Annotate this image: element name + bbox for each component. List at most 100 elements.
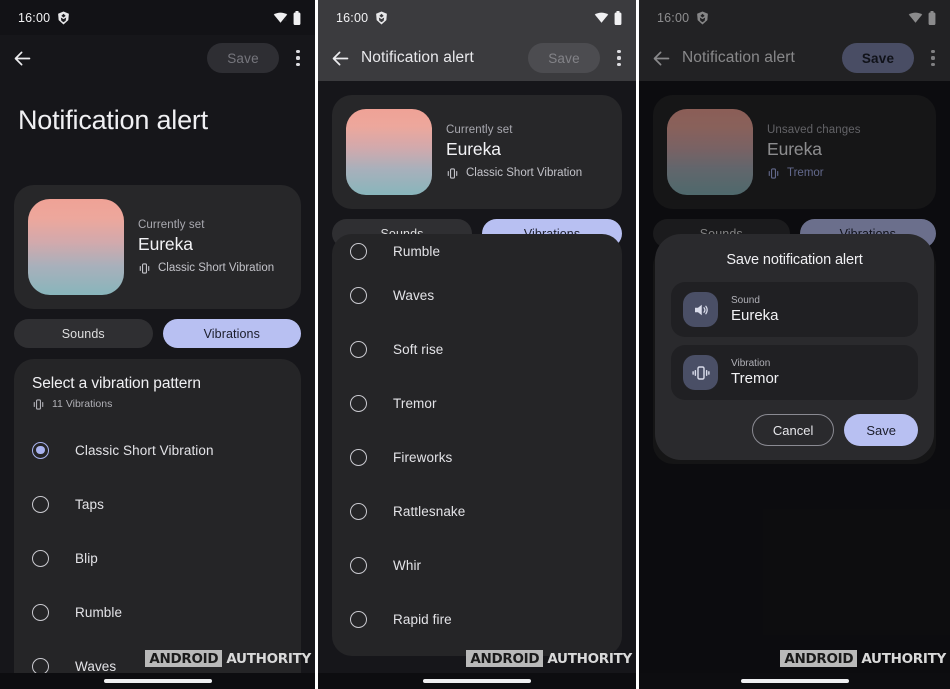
radio-button[interactable] xyxy=(350,556,367,574)
dialog-vibration-value: Tremor xyxy=(731,370,779,387)
toolbar-save-button[interactable]: Save xyxy=(528,43,600,73)
radio-button[interactable] xyxy=(350,394,367,412)
status-bar: 16:00 xyxy=(0,0,315,35)
status-bar-clock: 16:00 xyxy=(336,10,369,25)
back-arrow-icon[interactable] xyxy=(12,48,33,69)
list-item[interactable]: Classic Short Vibration xyxy=(14,423,301,477)
dialog-actions: Cancel Save xyxy=(671,414,918,446)
current-selection-card[interactable]: Currently set Eureka Classic Short Vibra… xyxy=(332,95,622,209)
list-item-label: Whir xyxy=(393,557,422,573)
preview-sound-name: Eureka xyxy=(446,138,501,159)
radio-button[interactable] xyxy=(350,242,367,260)
overflow-menu-icon[interactable] xyxy=(289,47,307,69)
preview-meta: Currently set Eureka Classic Short Vibra… xyxy=(138,219,274,275)
list-item[interactable]: Waves xyxy=(332,268,622,322)
home-gesture-pill[interactable] xyxy=(740,679,849,683)
phone-screen-2: 16:00 Notification alert Save Currently … xyxy=(318,0,636,689)
list-item[interactable]: Whir xyxy=(332,538,622,592)
wifi-icon xyxy=(594,12,609,23)
list-item-label: Blip xyxy=(75,550,98,566)
list-item-partial[interactable]: Rumble xyxy=(332,234,622,268)
phone-screen-3: 16:00 Notification alert Save Unsaved ch… xyxy=(639,0,950,689)
vibration-list-header: Select a vibration pattern 11 Vibrations xyxy=(14,375,301,411)
list-item-label: Taps xyxy=(75,496,104,512)
radio-button[interactable] xyxy=(32,495,49,513)
watermark-android: ANDROID xyxy=(780,650,858,667)
three-panel-screenshot-strip: 16:00 Save Notification alert Currently … xyxy=(0,0,950,689)
vibration-icon xyxy=(447,168,458,179)
dialog-title: Save notification alert xyxy=(726,252,863,268)
radio-button[interactable] xyxy=(350,448,367,466)
preview-vibration-row: Classic Short Vibration xyxy=(446,166,582,180)
preview-vibration-row: Classic Short Vibration xyxy=(138,261,274,275)
list-item[interactable]: Taps xyxy=(14,477,301,531)
save-button[interactable]: Save xyxy=(844,414,918,446)
navigation-bar xyxy=(0,673,315,689)
page-title: Notification alert xyxy=(18,105,208,135)
radio-button[interactable] xyxy=(32,549,49,567)
preview-vibration-name: Classic Short Vibration xyxy=(466,166,583,179)
list-item-label: Waves xyxy=(75,658,117,674)
radio-button[interactable] xyxy=(350,286,367,304)
dialog-vibration-label: Vibration xyxy=(731,358,771,369)
status-bar-clock: 16:00 xyxy=(18,10,51,25)
radio-button[interactable] xyxy=(350,340,367,358)
category-toggle-group: Sounds Vibrations xyxy=(14,319,301,348)
watermark: ANDROID AUTHORITY xyxy=(466,650,632,667)
list-item[interactable]: Blip xyxy=(14,531,301,585)
list-item[interactable]: Rumble xyxy=(14,585,301,639)
battery-icon xyxy=(293,10,301,25)
dialog-sound-row: Sound Eureka xyxy=(671,282,918,337)
brave-shield-icon xyxy=(376,11,388,24)
preview-sound-name: Eureka xyxy=(138,233,193,254)
vibration-count-row: 11 Vibrations xyxy=(32,397,283,411)
dialog-sound-text: Sound Eureka xyxy=(731,295,779,324)
status-bar-left: 16:00 xyxy=(336,11,388,25)
watermark-authority: AUTHORITY xyxy=(226,650,311,667)
speaker-icon xyxy=(683,292,718,327)
tab-vibrations[interactable]: Vibrations xyxy=(162,319,301,348)
list-item[interactable]: Rapid fire xyxy=(332,592,622,646)
home-gesture-pill[interactable] xyxy=(103,679,212,683)
alert-thumbnail xyxy=(28,199,124,295)
radio-button[interactable] xyxy=(350,502,367,520)
watermark-authority: AUTHORITY xyxy=(547,650,632,667)
radio-button[interactable] xyxy=(32,657,49,675)
cancel-button[interactable]: Cancel xyxy=(751,414,835,446)
brave-shield-icon xyxy=(58,11,70,24)
vibration-icon xyxy=(33,399,44,410)
list-item-label: Rumble xyxy=(75,604,123,620)
status-bar-right xyxy=(273,10,301,25)
toolbar-title: Notification alert xyxy=(361,49,474,66)
list-item[interactable]: Soft rise xyxy=(332,322,622,376)
list-item[interactable]: Rattlesnake xyxy=(332,484,622,538)
list-item[interactable]: Tremor xyxy=(332,376,622,430)
vibration-list-card: Rumble Waves Soft rise Tremor Fireworks xyxy=(332,234,622,656)
watermark-android: ANDROID xyxy=(466,650,544,667)
back-arrow-icon[interactable] xyxy=(330,48,351,69)
vibration-list-title: Select a vibration pattern xyxy=(32,375,201,392)
current-selection-card[interactable]: Currently set Eureka Classic Short Vibra… xyxy=(14,185,301,309)
app-toolbar: Notification alert Save xyxy=(318,35,636,81)
tab-sounds[interactable]: Sounds xyxy=(14,319,153,348)
overflow-menu-icon[interactable] xyxy=(610,47,628,69)
speaker-icon-glyph xyxy=(694,304,708,315)
app-toolbar: Save xyxy=(0,35,315,81)
list-item[interactable]: Fireworks xyxy=(332,430,622,484)
vibration-count-label: 11 Vibrations xyxy=(52,398,113,410)
dialog-sound-label: Sound xyxy=(731,295,760,306)
alert-thumbnail xyxy=(346,109,432,195)
radio-button[interactable] xyxy=(32,441,49,459)
vibration-list-card: Select a vibration pattern 11 Vibrations… xyxy=(14,359,301,689)
wifi-icon xyxy=(273,12,288,23)
vibration-icon-glyph xyxy=(691,365,710,380)
home-gesture-pill[interactable] xyxy=(423,679,531,683)
list-item-label: Tremor xyxy=(393,395,437,411)
watermark-authority: AUTHORITY xyxy=(861,650,946,667)
radio-button[interactable] xyxy=(350,610,367,628)
radio-button[interactable] xyxy=(32,603,49,621)
list-item-label: Waves xyxy=(393,287,435,303)
battery-icon xyxy=(614,10,622,25)
toolbar-save-button[interactable]: Save xyxy=(207,43,279,73)
navigation-bar xyxy=(318,673,636,689)
